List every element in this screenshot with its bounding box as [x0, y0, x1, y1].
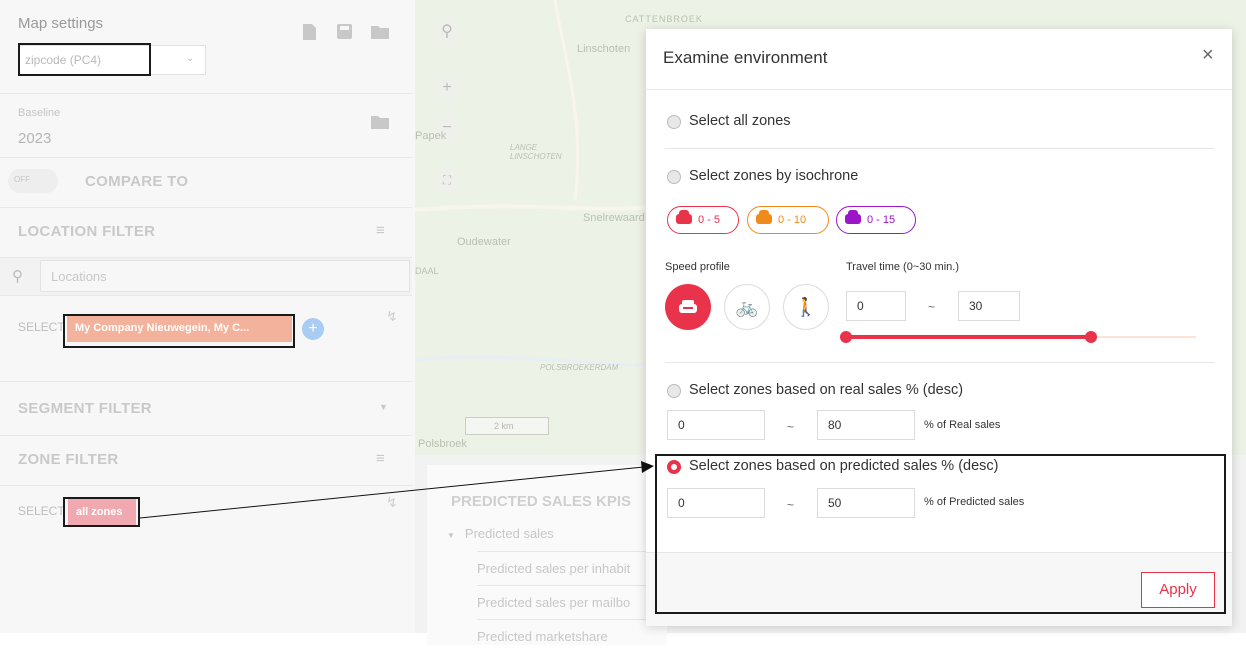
compare-section: OFF COMPARE TO — [0, 158, 412, 208]
location-filter-title: LOCATION FILTER — [18, 223, 156, 240]
kpi-row-label: Predicted sales — [464, 526, 554, 541]
travel-time-min-input[interactable]: 0 — [846, 291, 906, 321]
map-scale: 2 km — [465, 417, 549, 435]
zone-tag-highlight — [63, 497, 140, 527]
map-label: CATTENBROEK — [625, 14, 703, 24]
divider — [665, 362, 1214, 363]
travel-time-label: Travel time (0~30 min.) — [846, 261, 959, 273]
caret-down-icon: ▼ — [447, 531, 455, 540]
predicted-sales-highlight — [655, 454, 1226, 614]
map-label: DAAL — [415, 266, 439, 276]
folder-icon[interactable] — [371, 26, 389, 43]
range-tilde: ~ — [928, 300, 936, 314]
segment-filter-title: SEGMENT FILTER — [18, 400, 152, 417]
chevron-down-icon: ⌄ — [186, 53, 195, 64]
map-label: POLSBROEKERDAM — [540, 363, 619, 372]
slider-handle-min[interactable] — [840, 331, 852, 343]
segment-filter-header: SEGMENT FILTER ▼ — [0, 382, 412, 436]
new-file-icon[interactable] — [303, 24, 316, 44]
modal-header: Examine environment × — [646, 29, 1232, 90]
compare-to-label: COMPARE TO — [85, 173, 189, 190]
fullscreen-button[interactable]: ⛶ — [433, 166, 461, 194]
map-label: Oudewater — [457, 236, 511, 248]
divider — [665, 148, 1214, 149]
radio-real-sales[interactable] — [667, 384, 681, 398]
list-lines-icon[interactable]: ≡ — [376, 450, 385, 467]
location-select-row: SELECT My Company Nieuwegein, My C... + … — [0, 296, 412, 382]
baseline-value: 2023 — [18, 130, 52, 147]
slider-fill — [846, 335, 1091, 339]
speed-car-button[interactable] — [665, 284, 711, 330]
speed-profile-label: Speed profile — [665, 261, 730, 273]
map-scale-label: 2 km — [494, 421, 514, 431]
save-icon[interactable] — [337, 24, 352, 43]
real-sales-min-input[interactable]: 0 — [667, 410, 765, 440]
pill-label: 0 - 5 — [698, 214, 721, 226]
map-label: LANGE LINSCHOTEN — [510, 143, 562, 161]
folder-icon[interactable] — [371, 116, 389, 133]
isochrone-pill-10[interactable]: 0 - 10 — [747, 206, 829, 234]
close-icon[interactable]: × — [1202, 44, 1214, 67]
real-sales-max-input[interactable]: 80 — [817, 410, 915, 440]
map-settings-title: Map settings — [18, 15, 104, 32]
real-sales-unit: % of Real sales — [924, 419, 1001, 431]
caret-down-icon[interactable]: ▼ — [379, 402, 388, 412]
range-tilde: ~ — [787, 420, 795, 434]
list-lines-icon[interactable]: ≡ — [376, 222, 385, 239]
lightning-icon: ↯ — [386, 494, 398, 510]
pill-label: 0 - 15 — [867, 214, 896, 226]
zoom-in-button[interactable]: + — [433, 74, 461, 102]
location-tag-highlight — [63, 314, 295, 348]
search-icon: ⚲ — [12, 268, 23, 285]
zone-type-highlight — [18, 43, 151, 76]
travel-time-max-input[interactable]: 30 — [958, 291, 1020, 321]
modal-title: Examine environment — [663, 48, 828, 67]
speed-walk-button[interactable]: 🚶 — [783, 284, 829, 330]
locations-input[interactable]: Locations — [40, 260, 410, 292]
toggle-off-label: OFF — [14, 175, 30, 184]
map-search-button[interactable]: ⚲ — [433, 18, 461, 46]
radio-isochrone[interactable] — [667, 170, 681, 184]
zone-select-row: SELECT all zones ↯ — [0, 486, 412, 546]
map-label: Papek — [415, 130, 447, 142]
compare-toggle[interactable]: OFF — [8, 169, 58, 193]
baseline-section: Baseline 2023 — [0, 94, 412, 158]
real-sales-label[interactable]: Select zones based on real sales % (desc… — [689, 382, 963, 398]
isochrone-pill-5[interactable]: 0 - 5 — [667, 206, 739, 234]
travel-time-slider[interactable] — [840, 331, 1196, 343]
left-panel: Map settings zipcode (PC4) ⌄ Baseline 20… — [0, 0, 415, 633]
zone-select-label: SELECT — [18, 504, 65, 518]
locations-search: ⚲ Locations — [0, 258, 412, 296]
baseline-label: Baseline — [18, 107, 61, 119]
location-filter-header: LOCATION FILTER ≡ — [0, 208, 412, 258]
car-icon — [756, 210, 772, 224]
slider-handle-max[interactable] — [1085, 331, 1097, 343]
kpi-card: PREDICTED SALES KPIS ▼ Predicted sales Pr… — [427, 465, 692, 645]
kpi-row-predicted-sales[interactable]: ▼ Predicted sales — [447, 517, 677, 551]
radio-select-all[interactable] — [667, 115, 681, 129]
select-all-label[interactable]: Select all zones — [689, 113, 791, 129]
lightning-icon: ↯ — [386, 308, 398, 324]
zone-filter-title: ZONE FILTER — [18, 451, 119, 468]
add-location-button[interactable]: + — [302, 318, 324, 340]
locations-placeholder: Locations — [51, 269, 107, 284]
isochrone-pill-15[interactable]: 0 - 15 — [836, 206, 916, 234]
zone-filter-header: ZONE FILTER ≡ — [0, 436, 412, 486]
car-icon — [845, 210, 861, 224]
pill-label: 0 - 10 — [778, 214, 807, 226]
speed-bicycle-button[interactable]: 🚲 — [724, 284, 770, 330]
map-label: Polsbroek — [418, 438, 467, 450]
location-select-label: SELECT — [18, 320, 65, 334]
map-label: Linschoten — [577, 43, 631, 55]
isochrone-label[interactable]: Select zones by isochrone — [689, 168, 858, 184]
car-icon — [676, 210, 692, 224]
map-label: Snelrewaard — [583, 212, 645, 224]
kpi-title: PREDICTED SALES KPIS — [451, 493, 632, 510]
